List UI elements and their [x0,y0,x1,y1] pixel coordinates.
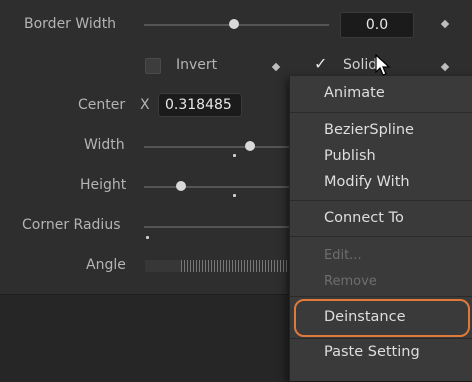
menu-item-bezierspline[interactable]: BezierSpline [324,122,414,138]
border-width-value-field[interactable]: 0.0 [340,12,414,38]
height-label: Height [80,177,127,193]
menu-item-connect-to[interactable]: Connect To [324,210,404,226]
angle-label: Angle [86,257,126,273]
menu-item-publish[interactable]: Publish [324,148,376,164]
border-width-slider-handle[interactable] [229,19,239,29]
width-default-marker [233,154,236,157]
menu-item-edit: Edit... [324,248,362,263]
corner-radius-slider-track[interactable] [144,226,289,228]
menu-separator [290,200,472,201]
menu-separator [290,112,472,113]
center-x-axis-label: X [140,97,150,113]
invert-label: Invert [176,57,218,73]
corner-radius-label: Corner Radius [22,217,121,233]
menu-item-animate[interactable]: Animate [324,85,385,101]
menu-item-paste-setting[interactable]: Paste Setting [324,344,420,360]
menu-separator [290,236,472,237]
width-label: Width [84,137,125,153]
angle-thumbwheel[interactable] [145,260,289,272]
width-slider-handle[interactable] [245,141,255,151]
menu-separator [290,296,472,297]
height-slider-handle[interactable] [176,181,186,191]
menu-item-remove: Remove [324,274,377,289]
solid-label: Solid [343,57,378,73]
menu-separator [290,338,472,339]
corner-radius-slider-handle[interactable] [146,236,149,239]
menu-item-modify-with[interactable]: Modify With [324,174,410,190]
deinstance-highlight-ring [294,299,470,337]
center-label: Center [78,97,126,113]
border-width-label: Border Width [24,16,117,32]
width-slider-track[interactable] [144,146,289,148]
height-slider-track[interactable] [144,186,289,188]
height-default-marker [233,194,236,197]
center-x-value-field[interactable]: 0.318485 [158,93,242,117]
mouse-pointer-icon [375,54,391,76]
checkmark-icon[interactable]: ✓ [314,54,327,73]
invert-checkbox[interactable] [145,58,161,74]
